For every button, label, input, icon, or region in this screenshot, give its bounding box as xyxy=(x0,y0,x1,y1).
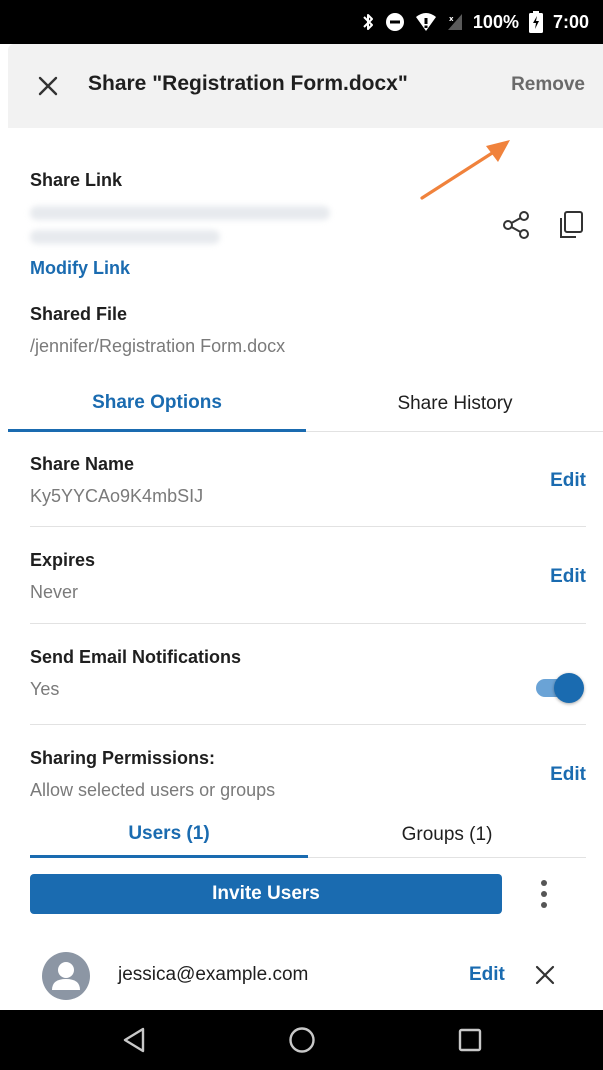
close-icon xyxy=(38,76,58,96)
avatar xyxy=(42,952,90,1000)
back-nav-button[interactable] xyxy=(118,1024,150,1056)
home-icon xyxy=(289,1027,315,1053)
share-name-row: Share Name Ky5YYCAo9K4mbSIJ Edit xyxy=(30,432,586,527)
status-bar: x 100% 7:00 xyxy=(0,0,603,44)
expires-value: Never xyxy=(30,582,79,602)
status-icons: x 100% 7:00 xyxy=(361,0,589,44)
share-link-url-redacted xyxy=(30,200,340,244)
wifi-icon xyxy=(415,12,437,32)
sharing-permissions-label: Sharing Permissions: xyxy=(30,748,216,768)
close-button[interactable] xyxy=(34,72,62,100)
expires-row: Expires Never Edit xyxy=(30,528,586,624)
expires-edit-button[interactable]: Edit xyxy=(550,566,586,588)
tab-users[interactable]: Users (1) xyxy=(30,812,308,858)
list-item: jessica@example.com Edit xyxy=(8,940,603,1010)
tab-share-history[interactable]: Share History xyxy=(306,376,603,432)
battery-icon xyxy=(528,11,543,33)
annotation-arrow xyxy=(420,140,510,200)
remove-button[interactable]: Remove xyxy=(511,74,585,96)
user-edit-button[interactable]: Edit xyxy=(469,964,505,986)
shared-file-label: Shared File xyxy=(30,304,128,324)
home-nav-button[interactable] xyxy=(286,1024,318,1056)
sharing-permissions-row: Sharing Permissions: Allow selected user… xyxy=(30,726,586,812)
tab-groups[interactable]: Groups (1) xyxy=(308,812,586,858)
recents-nav-button[interactable] xyxy=(454,1024,486,1056)
share-name-label: Share Name xyxy=(30,454,135,474)
svg-text:x: x xyxy=(449,15,454,23)
more-options-icon[interactable] xyxy=(536,878,552,910)
share-icon[interactable] xyxy=(502,210,532,240)
signal-icon: x xyxy=(447,12,463,32)
navigation-bar xyxy=(0,1010,603,1070)
shared-file-path: /jennifer/Registration Form.docx xyxy=(30,336,286,356)
permissions-tabs: Users (1) Groups (1) xyxy=(30,812,586,858)
expires-label: Expires xyxy=(30,550,96,570)
sharing-permissions-value: Allow selected users or groups xyxy=(30,780,276,800)
app-bar: Share "Registration Form.docx" Remove xyxy=(8,44,603,128)
modify-link-button[interactable]: Modify Link xyxy=(30,258,130,279)
share-name-value: Ky5YYCAo9K4mbSIJ xyxy=(30,486,204,506)
sharing-permissions-edit-button[interactable]: Edit xyxy=(550,764,586,786)
toggle-knob xyxy=(554,673,584,703)
do-not-disturb-icon xyxy=(385,12,405,32)
close-icon xyxy=(535,965,555,985)
email-notifications-row: Send Email Notifications Yes xyxy=(30,625,586,725)
tab-share-options[interactable]: Share Options xyxy=(8,376,306,432)
copy-icon[interactable] xyxy=(556,210,586,240)
clock-time: 7:00 xyxy=(552,11,589,32)
share-link-label: Share Link xyxy=(30,170,123,190)
recents-icon xyxy=(458,1028,482,1052)
bluetooth-icon xyxy=(361,12,375,32)
back-icon xyxy=(123,1027,145,1053)
email-notifications-toggle[interactable] xyxy=(536,673,584,703)
battery-percent: 100% xyxy=(472,11,519,32)
email-notifications-label: Send Email Notifications xyxy=(30,647,242,667)
dialog-title: Share "Registration Form.docx" xyxy=(88,72,408,95)
email-notifications-value: Yes xyxy=(30,679,60,699)
remove-user-button[interactable] xyxy=(532,962,558,988)
share-name-edit-button[interactable]: Edit xyxy=(550,470,586,492)
user-email: jessica@example.com xyxy=(118,964,309,985)
invite-users-button[interactable]: Invite Users xyxy=(30,874,502,914)
share-tabs: Share Options Share History xyxy=(8,376,603,432)
share-dialog: Share "Registration Form.docx" Remove Sh… xyxy=(8,44,603,1010)
